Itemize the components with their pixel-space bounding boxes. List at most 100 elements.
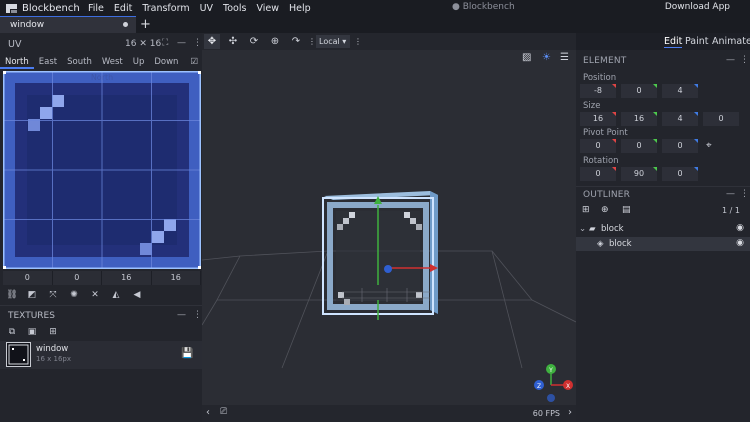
element-panel-header: ELEMENT — ⋮ <box>576 53 750 68</box>
uv-input-width[interactable]: 16 <box>102 271 152 285</box>
uv-input-y[interactable]: 0 <box>52 271 102 285</box>
collapse-all-icon[interactable]: ▤ <box>622 205 631 215</box>
vertex-snap-icon[interactable]: ↷ <box>288 34 304 49</box>
more-options-icon[interactable]: ⋮ <box>193 38 202 48</box>
menu-uv[interactable]: UV <box>195 3 218 14</box>
size-z-input[interactable]: 4 <box>662 112 698 126</box>
auto-uv-icon[interactable]: ✺ <box>67 288 81 302</box>
chevron-right-icon[interactable]: › <box>568 407 572 418</box>
menu-file[interactable]: File <box>83 3 109 14</box>
menu-view[interactable]: View <box>251 3 284 14</box>
viewport-menu-icon[interactable]: ☰ <box>560 52 569 63</box>
face-tab-west[interactable]: West <box>97 55 128 69</box>
rotate-tool-icon[interactable]: ⟳ <box>246 34 262 49</box>
lighting-icon[interactable]: ☀ <box>542 52 551 63</box>
uv-texture-size: 16 ✕ 16 <box>125 39 162 49</box>
rotation-y-input[interactable]: 90 <box>621 167 657 181</box>
face-checklist-icon[interactable]: ☑ <box>185 55 203 69</box>
add-cube-icon[interactable]: ⊞ <box>582 205 590 215</box>
3d-viewport[interactable]: ✥ ✣ ⟳ ⊕ ↷ ⋮ Local ▾ ⋮ Y X Z ▨ ☀ ☰ ‹ ⎚ 60… <box>202 33 576 422</box>
mirror-uv-icon[interactable]: ◭ <box>109 288 123 302</box>
mode-tab-animate[interactable]: Animate <box>712 36 750 47</box>
project-title: ● Blockbench <box>452 2 515 12</box>
create-texture-icon[interactable]: ▣ <box>25 325 39 339</box>
textures-panel-title: TEXTURES <box>8 311 55 321</box>
move-tool-icon[interactable]: ✥ <box>204 34 220 49</box>
camera-preset-icon[interactable]: ⎚ <box>220 407 227 417</box>
visibility-eye-icon[interactable]: ◉ <box>736 223 744 233</box>
pivot-y-input[interactable]: 0 <box>621 139 657 153</box>
fullscreen-icon[interactable]: ⛶ <box>162 38 168 48</box>
texture-thumbnail <box>6 342 31 367</box>
chevron-left-icon[interactable]: ‹ <box>206 407 210 418</box>
texture-thumbnail-image <box>8 344 29 365</box>
expand-chevron-icon[interactable]: ⌄ <box>579 224 586 234</box>
paint-bucket-icon[interactable]: ◩ <box>25 288 39 302</box>
add-tab-button[interactable]: + <box>140 16 151 33</box>
outliner-cube-row[interactable]: ◈ block ◉ <box>576 237 750 251</box>
texture-dimensions: 16 x 16px <box>36 355 71 363</box>
scene-render[interactable]: Y X Z <box>202 50 576 405</box>
uv-toolbar: ⛓ ◩ ⤧ ✺ ✕ ◭ ◀ <box>0 288 202 304</box>
texture-grid-icon[interactable]: ⊞ <box>46 325 60 339</box>
uv-editor-canvas[interactable]: North <box>3 71 201 269</box>
pivot-label: Pivot Point <box>583 128 628 138</box>
save-texture-icon[interactable]: 💾 <box>181 348 193 359</box>
rotate-uv-icon[interactable]: ◀ <box>130 288 144 302</box>
right-sidebar: Edit Paint Animate ELEMENT — ⋮ Position … <box>576 33 750 422</box>
uv-input-x[interactable]: 0 <box>3 271 53 285</box>
face-tab-north[interactable]: North <box>0 55 34 69</box>
texture-list-item[interactable]: window 16 x 16px 💾 <box>0 341 202 369</box>
rotation-x-input[interactable]: 0 <box>580 167 616 181</box>
minimize-outliner-icon[interactable]: — <box>726 189 735 199</box>
face-tab-down[interactable]: Down <box>149 55 183 69</box>
space-more-icon[interactable]: ⋮ <box>350 34 366 49</box>
menu-edit[interactable]: Edit <box>109 3 137 14</box>
face-tab-south[interactable]: South <box>62 55 97 69</box>
mode-tab-paint[interactable]: Paint <box>685 36 709 47</box>
inflate-input[interactable]: 0 <box>703 112 739 126</box>
pivot-tool-icon[interactable]: ⊕ <box>267 34 283 49</box>
position-x-input[interactable]: -8 <box>580 84 616 98</box>
screenshot-icon[interactable]: ▨ <box>522 52 531 63</box>
texture-name: window <box>36 344 69 354</box>
minimize-textures-icon[interactable]: — <box>177 310 186 320</box>
size-x-input[interactable]: 16 <box>580 112 616 126</box>
uv-panel-header: UV 16 ✕ 16 ⛶ — ⋮ <box>0 33 202 55</box>
mode-tab-edit[interactable]: Edit <box>664 36 683 48</box>
position-y-input[interactable]: 0 <box>621 84 657 98</box>
element-more-icon[interactable]: ⋮ <box>740 55 749 65</box>
menu-help[interactable]: Help <box>284 3 316 14</box>
position-z-input[interactable]: 4 <box>662 84 698 98</box>
textures-more-icon[interactable]: ⋮ <box>193 310 202 320</box>
menu-tools[interactable]: Tools <box>218 3 251 14</box>
textures-toolbar: ⧉ ▣ ⊞ <box>0 325 202 341</box>
rotation-z-input[interactable]: 0 <box>662 167 698 181</box>
face-tab-east[interactable]: East <box>34 55 62 69</box>
tab-window[interactable]: window <box>0 16 136 33</box>
center-pivot-icon[interactable]: ⌖ <box>706 139 712 153</box>
menu-transform[interactable]: Transform <box>137 3 194 14</box>
face-tab-up[interactable]: Up <box>128 55 150 69</box>
minimize-element-icon[interactable]: — <box>726 55 735 65</box>
link-icon[interactable]: ⛓ <box>5 288 19 302</box>
outliner-group-row[interactable]: ⌄ ▰ block ◉ <box>576 222 750 236</box>
outliner-more-icon[interactable]: ⋮ <box>740 189 749 199</box>
minimize-panel-icon[interactable]: — <box>177 38 186 48</box>
pivot-z-input[interactable]: 0 <box>662 139 698 153</box>
visibility-eye-icon[interactable]: ◉ <box>736 238 744 248</box>
pivot-x-input[interactable]: 0 <box>580 139 616 153</box>
download-app-link[interactable]: Download App <box>665 2 730 12</box>
resize-tool-icon[interactable]: ✣ <box>225 34 241 49</box>
outliner-panel-header: OUTLINER — ⋮ <box>576 186 750 201</box>
import-texture-icon[interactable]: ⧉ <box>5 325 19 339</box>
unsaved-indicator-icon[interactable] <box>123 22 128 27</box>
maximize-uv-icon[interactable]: ⤧ <box>46 288 60 302</box>
add-group-icon[interactable]: ⊕ <box>601 205 609 215</box>
clear-uv-icon[interactable]: ✕ <box>88 288 102 302</box>
uv-input-height[interactable]: 16 <box>151 271 201 285</box>
blockbench-logo-icon <box>6 3 17 13</box>
left-sidebar: UV 16 ✕ 16 ⛶ — ⋮ North East South West U… <box>0 33 202 422</box>
size-y-input[interactable]: 16 <box>621 112 657 126</box>
transform-space-select[interactable]: Local ▾ <box>316 35 350 48</box>
